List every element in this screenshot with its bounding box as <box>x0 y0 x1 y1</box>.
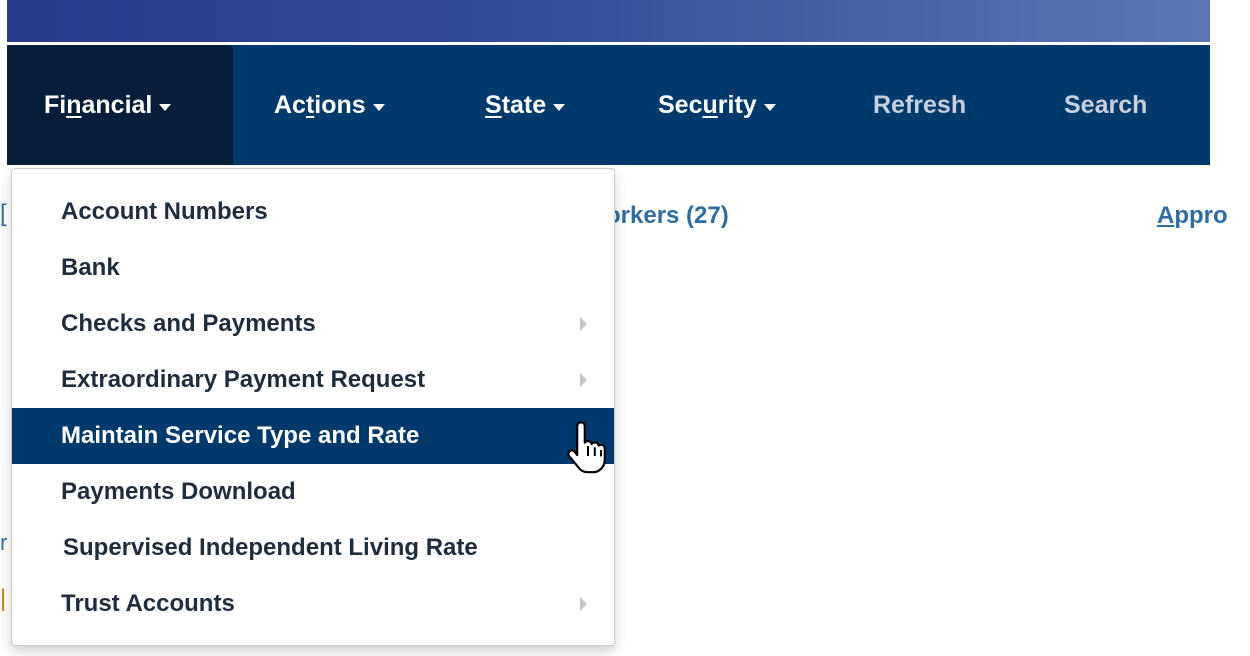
menu-item-account-numbers[interactable]: Account Numbers <box>12 184 614 240</box>
approvals-link[interactable]: Appro <box>1157 202 1228 230</box>
menu-item-label: Account Numbers <box>61 198 268 225</box>
main-navbar: Financial Actions State Security Refresh… <box>7 45 1210 165</box>
caret-down-icon <box>553 103 566 111</box>
menu-item-label: Payments Download <box>61 478 296 505</box>
menu-item-extraordinary-payment-request[interactable]: Extraordinary Payment Request <box>12 352 614 408</box>
edge-fragment: r <box>0 530 8 555</box>
top-banner <box>7 0 1210 42</box>
menu-item-trust-accounts[interactable]: Trust Accounts <box>12 576 614 632</box>
nav-state-label: State <box>485 90 547 119</box>
caret-down-icon <box>159 103 172 111</box>
caret-down-icon <box>763 103 776 111</box>
nav-financial-label: Financial <box>44 90 153 119</box>
nav-search-link[interactable]: Search <box>1064 45 1147 165</box>
submenu-arrow-icon <box>580 373 587 387</box>
menu-item-label: Trust Accounts <box>61 590 235 617</box>
workers-link[interactable]: orkers (27) <box>606 202 729 230</box>
menu-item-label: Maintain Service Type and Rate <box>61 422 420 449</box>
hand-pointer-cursor-icon <box>567 421 606 474</box>
menu-item-label: Bank <box>61 254 120 281</box>
submenu-arrow-icon <box>580 597 587 611</box>
nav-security-label: Security <box>658 90 757 119</box>
caret-down-icon <box>372 103 385 111</box>
nav-security-menu[interactable]: Security <box>658 45 776 165</box>
nav-state-menu[interactable]: State <box>485 45 566 165</box>
menu-item-label: Supervised Independent Living Rate <box>63 534 478 561</box>
menu-item-checks-and-payments[interactable]: Checks and Payments <box>12 296 614 352</box>
menu-item-supervised-independent-living-rate[interactable]: Supervised Independent Living Rate <box>12 520 614 576</box>
submenu-arrow-icon <box>580 317 587 331</box>
nav-financial-menu[interactable]: Financial <box>7 45 233 165</box>
nav-actions-menu[interactable]: Actions <box>274 45 385 165</box>
menu-item-bank[interactable]: Bank <box>12 240 614 296</box>
menu-item-label: Extraordinary Payment Request <box>61 366 426 393</box>
nav-actions-label: Actions <box>274 90 366 119</box>
financial-dropdown-menu: Account Numbers Bank Checks and Payments… <box>11 168 615 646</box>
nav-refresh-link[interactable]: Refresh <box>873 45 966 165</box>
menu-item-label: Checks and Payments <box>61 310 316 337</box>
menu-item-maintain-service-type-and-rate[interactable]: Maintain Service Type and Rate <box>12 408 614 464</box>
edge-fragment: | <box>0 585 7 612</box>
edge-fragment: [ <box>0 200 7 227</box>
menu-item-payments-download[interactable]: Payments Download <box>12 464 614 520</box>
